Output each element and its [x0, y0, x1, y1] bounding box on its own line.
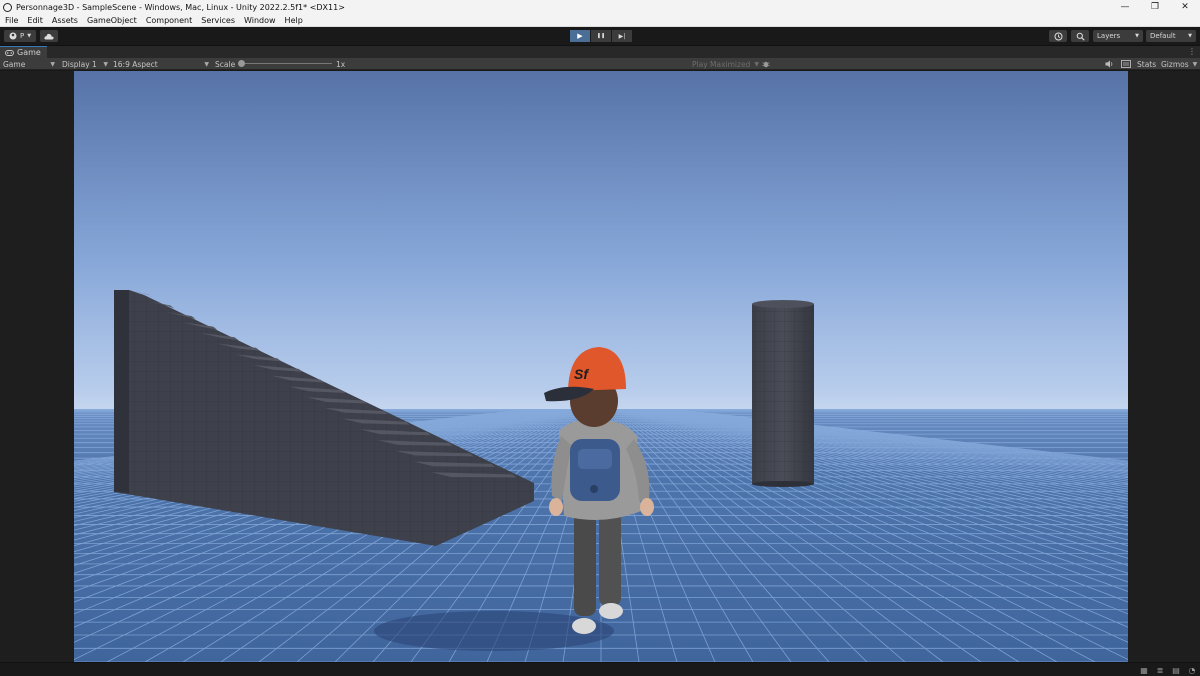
resolution-button[interactable]	[1121, 58, 1131, 70]
window-title: Personnage3D - SampleScene - Windows, Ma…	[16, 2, 345, 12]
display-label: Display 1	[62, 59, 97, 69]
search-icon	[1076, 32, 1085, 41]
lighting-icon[interactable]: ▦	[1139, 665, 1149, 675]
window-controls: — ❐ ✕	[1110, 0, 1200, 14]
stats-button[interactable]: Stats	[1137, 58, 1156, 70]
cloud-button[interactable]	[40, 30, 58, 42]
cap-logo: Sf	[574, 366, 589, 382]
play-button[interactable]: ▶	[570, 30, 590, 42]
pillar	[752, 300, 814, 487]
account-button[interactable]: P ▼	[4, 30, 36, 42]
game-mode-label: Game	[3, 59, 26, 69]
pause-button[interactable]: ❚❚	[591, 30, 611, 42]
more-options-icon[interactable]: ⋮	[1188, 47, 1196, 56]
speaker-icon	[1105, 60, 1113, 68]
history-button[interactable]	[1049, 30, 1067, 42]
layout-dropdown[interactable]: Default ▼	[1146, 30, 1196, 42]
game-tab-strip: Game ⋮	[0, 45, 1200, 59]
progress-icon[interactable]: ▤	[1171, 665, 1181, 675]
display-dropdown[interactable]: Display 1 ▼	[62, 58, 108, 70]
layers-dropdown[interactable]: Layers ▼	[1093, 30, 1143, 42]
notifications-icon[interactable]: ◔	[1187, 665, 1197, 675]
cache-server-icon[interactable]: ≣	[1155, 665, 1165, 675]
gamepad-icon	[5, 49, 14, 56]
minimize-button[interactable]: —	[1110, 0, 1140, 14]
main-toolbar: P ▼ ▶ ❚❚ ▶| Layers ▼ Default ▼	[0, 27, 1200, 45]
layers-label: Layers	[1097, 32, 1121, 40]
debug-bug-button[interactable]	[762, 58, 770, 70]
menu-services[interactable]: Services	[196, 16, 239, 25]
gizmos-dropdown[interactable]: Gizmos ▼	[1161, 58, 1197, 70]
layout-label: Default	[1150, 32, 1176, 40]
history-icon	[1054, 32, 1062, 40]
aspect-dropdown[interactable]: 16:9 Aspect ▼	[113, 58, 209, 70]
play-maximized-dropdown[interactable]: Play Maximized ▼	[692, 58, 759, 70]
viewport-letterbox-right	[1128, 71, 1200, 662]
account-label: P	[19, 32, 25, 40]
gizmos-label: Gizmos	[1161, 59, 1189, 69]
scale-slider-handle[interactable]	[238, 60, 245, 67]
screen-icon	[1121, 60, 1131, 68]
game-viewport[interactable]: Sf	[74, 71, 1128, 662]
cloud-icon	[44, 33, 54, 39]
search-button[interactable]	[1071, 30, 1089, 42]
chevron-down-icon: ▼	[1135, 33, 1139, 39]
menu-assets[interactable]: Assets	[47, 16, 82, 25]
menu-bar: File Edit Assets GameObject Component Se…	[0, 14, 1200, 27]
chevron-down-icon: ▼	[50, 60, 55, 68]
menu-gameobject[interactable]: GameObject	[82, 16, 141, 25]
title-bar: Personnage3D - SampleScene - Windows, Ma…	[0, 0, 1200, 14]
chevron-down-icon: ▼	[103, 60, 108, 68]
mute-audio-button[interactable]	[1105, 58, 1114, 70]
viewport-letterbox-left	[0, 71, 74, 662]
menu-component[interactable]: Component	[141, 16, 196, 25]
bug-icon	[762, 61, 770, 68]
step-button[interactable]: ▶|	[612, 30, 632, 42]
unity-logo-icon	[3, 2, 12, 12]
menu-edit[interactable]: Edit	[22, 16, 47, 25]
scale-slider-track[interactable]	[242, 63, 332, 64]
menu-help[interactable]: Help	[280, 16, 307, 25]
status-bar: ▦ ≣ ▤ ◔	[0, 662, 1200, 676]
menu-window[interactable]: Window	[239, 16, 280, 25]
chevron-down-icon: ▼	[27, 33, 32, 39]
game-view-toolbar: Game ▼ Display 1 ▼ 16:9 Aspect ▼ Scale 1…	[0, 58, 1200, 70]
restore-button[interactable]: ❐	[1140, 0, 1170, 14]
scale-label: Scale	[215, 59, 236, 69]
chevron-down-icon: ▼	[754, 60, 759, 68]
account-icon	[9, 32, 17, 40]
chevron-down-icon: ▼	[204, 60, 209, 68]
tab-label: Game	[17, 48, 41, 57]
game-scene-render: Sf	[74, 71, 1128, 662]
aspect-label: 16:9 Aspect	[113, 59, 158, 69]
tab-game[interactable]: Game	[0, 45, 47, 59]
chevron-down-icon: ▼	[1188, 33, 1192, 39]
scale-value: 1x	[336, 59, 346, 69]
menu-file[interactable]: File	[0, 16, 22, 25]
play-controls: ▶ ❚❚ ▶|	[570, 30, 633, 42]
close-button[interactable]: ✕	[1170, 0, 1200, 14]
game-mode-dropdown[interactable]: Game ▼	[3, 58, 55, 70]
chevron-down-icon: ▼	[1192, 60, 1198, 68]
play-maximized-label: Play Maximized	[692, 59, 751, 69]
